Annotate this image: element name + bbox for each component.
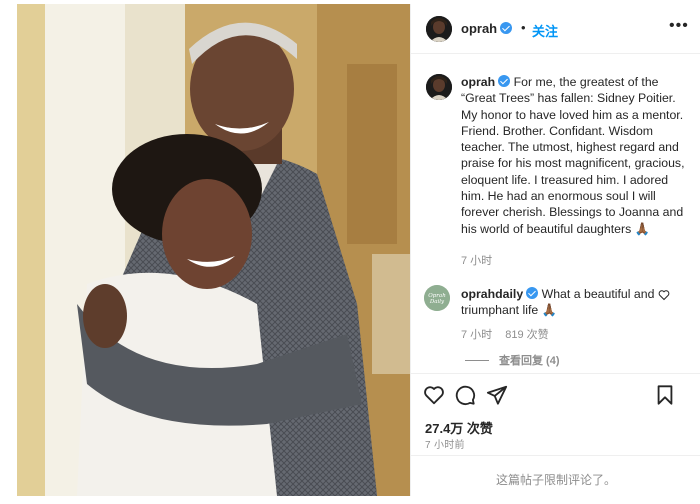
post-caption: oprah For me, the greatest of the “Great…: [461, 74, 686, 237]
follow-button[interactable]: 关注: [532, 21, 558, 40]
svg-text:Daily: Daily: [429, 299, 445, 305]
comment-avatar[interactable]: Oprah Daily: [424, 285, 450, 311]
author-username[interactable]: oprah: [461, 21, 513, 36]
post-image: [17, 4, 410, 496]
bookmark-icon[interactable]: [654, 384, 676, 406]
author-avatar[interactable]: [426, 16, 452, 42]
caption-avatar[interactable]: [426, 74, 452, 100]
verified-badge-icon: [498, 75, 511, 87]
comment-username[interactable]: oprahdaily: [461, 287, 523, 301]
replies-line: [465, 360, 489, 361]
caption-username[interactable]: oprah: [461, 75, 495, 89]
post-actions: [411, 373, 700, 423]
comment-likes[interactable]: 819 次赞: [505, 329, 548, 341]
post-modal: oprah • 关注 ••• oprah For me, the greates…: [17, 4, 700, 496]
post-photo[interactable]: [17, 4, 410, 496]
share-icon[interactable]: [486, 384, 508, 406]
caption-timestamp[interactable]: 7 小时: [461, 252, 492, 268]
comment-icon[interactable]: [454, 384, 476, 406]
verified-badge-icon: [500, 22, 513, 34]
post-details-panel: oprah • 关注 ••• oprah For me, the greates…: [410, 4, 700, 496]
comment: oprahdaily What a beautiful and triumpha…: [461, 286, 656, 319]
caption-text: For me, the greatest of the “Great Trees…: [461, 75, 685, 236]
comment-timestamp[interactable]: 7 小时: [461, 329, 492, 341]
separator-dot: •: [521, 20, 526, 35]
comment-meta: 7 小时 819 次赞: [461, 326, 559, 342]
verified-badge-icon: [526, 287, 539, 299]
view-replies-label: 查看回复 (4): [499, 355, 560, 367]
post-header: oprah • 关注 •••: [411, 4, 700, 54]
more-options-icon[interactable]: •••: [669, 18, 689, 34]
likes-count[interactable]: 27.4万 次赞: [425, 418, 493, 437]
comment-like-heart-icon[interactable]: [658, 289, 670, 301]
heart-icon[interactable]: [423, 384, 445, 406]
post-timestamp[interactable]: 7 小时前: [425, 436, 465, 451]
comments-limited-notice: 这篇帖子限制评论了。: [411, 455, 700, 496]
view-replies-button[interactable]: 查看回复 (4): [465, 352, 560, 368]
